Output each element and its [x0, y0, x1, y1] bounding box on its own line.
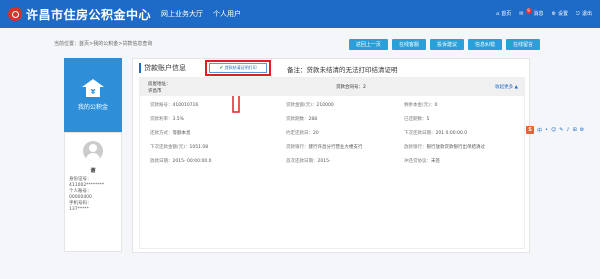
settings-tool-icon[interactable]: ⚙ — [580, 127, 584, 133]
lang-toggle-icon[interactable]: 中 — [537, 127, 542, 134]
breadcrumb-text: 当前位置：首页>我的公积金>贷款信息查询 — [54, 40, 153, 47]
user-profile: 谢 身份证号： 411002******** 个人账号： 00000400 手机… — [64, 132, 122, 252]
complaint-button[interactable]: 投诉建议 — [429, 39, 464, 50]
house-icon: ¥ — [82, 79, 104, 97]
repay-method: 还款方式：等额本息 — [150, 131, 191, 136]
back-button[interactable]: 返回上一页 — [348, 39, 388, 50]
home-link[interactable]: ⌂ 首页 — [496, 10, 511, 18]
keyboard-icon[interactable]: ⊞ — [573, 127, 577, 133]
avatar — [83, 141, 103, 161]
voice-icon[interactable]: ♪ — [566, 127, 569, 133]
ime-toolbar: S 中 • ☺ ✎ ♪ ⊞ ⚙ — [526, 126, 584, 134]
loan-rate: 贷款利率：3.5% — [150, 117, 184, 122]
my-fund-card[interactable]: ¥ 我的公积金 — [64, 58, 122, 132]
address-value: 许昌市 — [148, 89, 162, 94]
sogou-logo-icon[interactable]: S — [526, 126, 534, 134]
loan-bank: 贷款银行：建行许昌分行营业大楼支行 — [286, 145, 363, 150]
loan-account: 贷款账号：410010716 — [150, 103, 199, 108]
online-message-button[interactable]: 在线留言 — [505, 39, 540, 50]
next-repay-date: 下次还款日期：201 0:00:00.0 — [404, 131, 468, 136]
punct-icon[interactable]: • — [545, 127, 548, 133]
exit-link[interactable]: ⎋ 退出 — [576, 10, 592, 18]
brand-title: 许昌市住房公积金中心 — [26, 7, 152, 22]
user-name: 谢 — [90, 168, 96, 174]
action-buttons: 返回上一页 在线客服 投诉建议 信息纠错 在线留言 — [348, 39, 540, 50]
message-badge: 9 — [525, 7, 532, 14]
lending-bank: 放款银行：银行放款贷款银行出单结清过 — [404, 145, 485, 150]
address-label: 房屋地址： — [148, 82, 171, 87]
message-link[interactable]: ✉ 9 消息 — [519, 7, 544, 17]
remaining-principal: 剩余本金(元)：0 — [404, 103, 438, 108]
logo-icon — [8, 7, 22, 21]
home-icon: ⌂ — [496, 10, 500, 17]
contract-label: 贷款合同号：2 — [336, 85, 366, 90]
first-repay-date: 首次还款日期：2015- — [286, 159, 331, 164]
loan-detail-box: 房屋地址： 许昌市 贷款合同号：2 收起更多 ▲ 贷款账号：410010716 … — [139, 77, 525, 249]
next-repay-amount: 下次还款金额(元)：1051.08 — [150, 145, 209, 150]
repay-day: 约定还款日：20 — [286, 131, 319, 136]
nav-online-hall[interactable]: 网上业务大厅 — [161, 9, 203, 19]
error-correction-button[interactable]: 信息纠错 — [467, 39, 502, 50]
offset-agreement: 冲还贷协议：未签 — [404, 159, 440, 164]
collapse-more-link[interactable]: 收起更多 ▲ — [495, 84, 518, 90]
settings-link[interactable]: ⚙ 设置 — [551, 10, 569, 18]
top-header: 许昌市住房公积金中心 网上业务大厅 个人用户 ⌂ 首页 ✉ 9 消息 ⚙ 设置 ⎋ 退出 — [0, 0, 600, 28]
nav-personal-user[interactable]: 个人用户 — [213, 9, 241, 19]
remark-note: 备注：贷款未结清的无法打印结清证明 — [287, 66, 398, 74]
highlight-box — [205, 60, 271, 76]
message-icon: ✉ — [519, 10, 524, 17]
gear-icon: ⚙ — [551, 10, 556, 17]
page-title: 贷款账户信息 — [139, 63, 186, 73]
exit-icon: ⎋ — [576, 10, 580, 17]
paid-periods: 已还期数：5 — [404, 117, 430, 122]
address-header: 房屋地址： 许昌市 贷款合同号：2 收起更多 ▲ — [140, 78, 524, 96]
loan-amount: 贷款金额(元)：210000 — [286, 103, 334, 108]
phone-value: 137***** — [69, 207, 89, 212]
lending-date: 放款日期：2015- 00:00:00.0 — [150, 159, 212, 164]
loan-info-panel: 贷款账户信息 ✔ 贷款结清证明打印 备注：贷款未结清的无法打印结清证明 房屋地址… — [132, 58, 530, 253]
emoji-icon[interactable]: ☺ — [551, 127, 556, 133]
my-fund-label: 我的公积金 — [77, 104, 108, 111]
online-service-button[interactable]: 在线客服 — [391, 39, 426, 50]
handwrite-icon[interactable]: ✎ — [559, 127, 563, 133]
loan-periods: 贷款期数：288 — [286, 117, 318, 122]
top-right-links: ⌂ 首页 ✉ 9 消息 ⚙ 设置 ⎋ 退出 — [496, 7, 592, 18]
